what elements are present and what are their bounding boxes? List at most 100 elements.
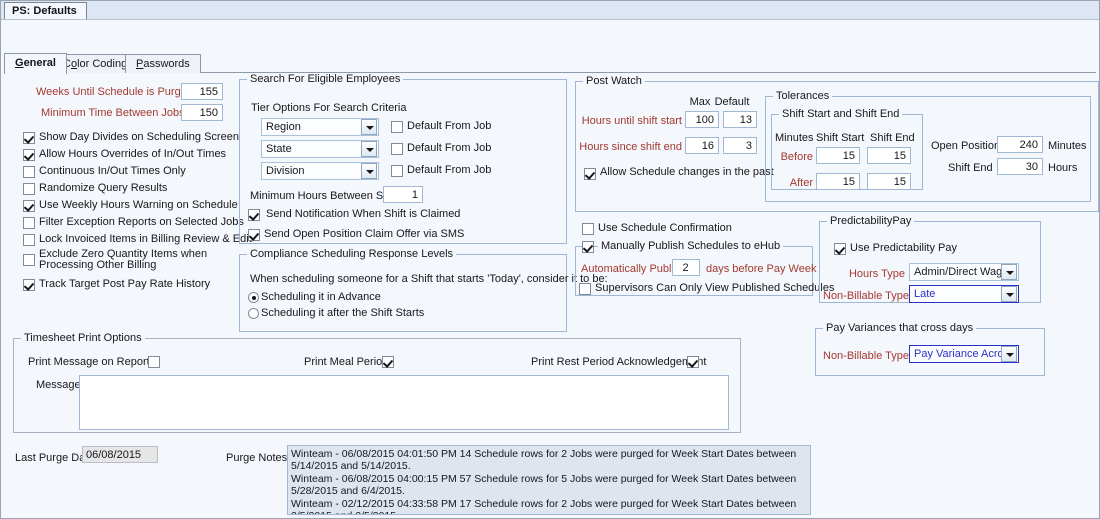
checkbox-manually-publish[interactable] <box>582 241 594 253</box>
chevron-down-icon[interactable] <box>1001 346 1017 362</box>
tolerances-col-shift-end: Shift End <box>870 132 915 144</box>
print-meal-period-label: Print Meal Period <box>304 356 388 368</box>
tier-3-value: Division <box>262 163 361 179</box>
tier-3-default-from-job-checkbox[interactable] <box>391 165 403 177</box>
label-scheduling-after-shift-starts: Scheduling it after the Shift Starts <box>261 307 424 319</box>
tolerances-col-shift-start: Shift Start <box>816 132 864 144</box>
last-purge-date-input <box>82 446 158 463</box>
print-rest-period-label: Print Rest Period Acknowledgement <box>531 356 706 368</box>
weeks-until-purged-input[interactable] <box>181 83 223 100</box>
label-filter-exception-reports: Filter Exception Reports on Selected Job… <box>39 216 244 228</box>
chevron-down-icon[interactable] <box>361 163 377 179</box>
label-manually-publish: Manually Publish Schedules to eHub <box>598 240 783 252</box>
tier-1-value: Region <box>262 119 361 135</box>
checkbox-supervisors-view-published[interactable] <box>579 283 591 295</box>
min-time-between-jobs-input[interactable] <box>181 104 223 121</box>
tier-1-default-from-job-label: Default From Job <box>407 120 491 132</box>
ps-defaults-window: PS: Defaults General Color Coding Passwo… <box>0 0 1100 519</box>
tolerance-shift-end-input[interactable] <box>997 158 1043 175</box>
pay-variance-non-billable-value: Pay Variance Across D <box>910 346 1001 362</box>
tab-passwords[interactable]: Passwords <box>125 54 201 73</box>
tolerances-col-minutes: Minutes <box>775 132 814 144</box>
hours-until-shift-start-max-input[interactable] <box>685 111 719 128</box>
open-position-unit: Minutes <box>1048 140 1087 152</box>
chevron-down-icon[interactable] <box>1001 286 1017 302</box>
checkbox-lock-invoiced-items[interactable] <box>23 234 35 246</box>
checkbox-send-notification[interactable] <box>248 209 260 221</box>
hours-since-shift-end-max-input[interactable] <box>685 137 719 154</box>
tier-1-default-from-job-checkbox[interactable] <box>391 121 403 133</box>
label-randomize-query: Randomize Query Results <box>39 182 167 194</box>
hours-since-shift-end-default-input[interactable] <box>723 137 757 154</box>
hours-until-shift-start-default-input[interactable] <box>723 111 757 128</box>
message-textarea[interactable] <box>79 375 729 430</box>
purge-note-line: Winteam - 06/08/2015 04:00:15 PM 57 Sche… <box>291 473 807 498</box>
label-weekly-hours-warning: Use Weekly Hours Warning on Schedule <box>39 199 238 211</box>
tolerance-after-shift-start-input[interactable] <box>816 173 860 190</box>
label-allow-hours-overrides: Allow Hours Overrides of In/Out Times <box>39 148 226 160</box>
message-label: Message <box>36 379 81 391</box>
checkbox-continuous-inout[interactable] <box>23 166 35 178</box>
tier-1-combo[interactable]: Region <box>261 118 379 136</box>
group-shift-start-end-caption: Shift Start and Shift End <box>779 108 902 120</box>
tolerance-before-shift-end-input[interactable] <box>867 147 911 164</box>
chevron-down-icon[interactable] <box>361 141 377 157</box>
purge-note-line: Winteam - 06/08/2015 04:01:50 PM 14 Sche… <box>291 448 807 473</box>
min-hours-between-shifts-input[interactable] <box>383 186 423 203</box>
tier-2-default-from-job-label: Default From Job <box>407 142 491 154</box>
label-track-target-post-pay: Track Target Post Pay Rate History <box>39 278 210 290</box>
label-use-predictability-pay: Use Predictability Pay <box>850 242 957 254</box>
auto-publish-days-input[interactable] <box>672 259 700 276</box>
checkbox-use-schedule-confirmation[interactable] <box>582 223 594 235</box>
chevron-down-icon[interactable] <box>361 119 377 135</box>
min-hours-between-shifts-label: Minimum Hours Between Shifts <box>250 190 403 202</box>
purge-notes-label: Purge Notes <box>226 452 287 464</box>
tolerances-before-label: Before <box>773 151 813 163</box>
checkbox-allow-hours-overrides[interactable] <box>23 149 35 161</box>
tier-2-default-from-job-checkbox[interactable] <box>391 143 403 155</box>
checkbox-track-target-post-pay[interactable] <box>23 279 35 291</box>
auto-publish-label: Automatically Publish <box>581 263 686 275</box>
group-search-eligible-caption: Search For Eligible Employees <box>247 73 403 85</box>
pay-variance-non-billable-combo[interactable]: Pay Variance Across D <box>909 345 1019 363</box>
chevron-down-icon[interactable] <box>1001 264 1017 280</box>
checkbox-print-meal-period[interactable] <box>382 356 394 368</box>
tier-2-combo[interactable]: State <box>261 140 379 158</box>
tolerance-shift-end-unit: Hours <box>1048 162 1077 174</box>
radio-scheduling-in-advance[interactable] <box>248 292 259 303</box>
group-compliance-caption: Compliance Scheduling Response Levels <box>247 248 456 260</box>
tab-strip: General Color Coding Passwords <box>4 53 1096 73</box>
checkbox-filter-exception-reports[interactable] <box>23 217 35 229</box>
label-scheduling-in-advance: Scheduling it in Advance <box>261 291 381 303</box>
min-time-between-jobs-label: Minimum Time Between Jobs <box>41 107 176 119</box>
label-send-notification: Send Notification When Shift is Claimed <box>266 208 460 220</box>
label-use-schedule-confirmation: Use Schedule Confirmation <box>598 222 732 234</box>
checkbox-print-message-on-report[interactable] <box>148 356 160 368</box>
checkbox-use-predictability-pay[interactable] <box>834 243 846 255</box>
tab-general-label: eneral <box>24 57 56 69</box>
open-position-input[interactable] <box>997 136 1043 153</box>
predictability-non-billable-label: Non-Billable Type <box>823 290 905 302</box>
tier-3-combo[interactable]: Division <box>261 162 379 180</box>
tolerance-after-shift-end-input[interactable] <box>867 173 911 190</box>
checkbox-randomize-query[interactable] <box>23 183 35 195</box>
predictability-hours-type-value: Admin/Direct Wages <box>910 264 1001 280</box>
checkbox-show-day-divides[interactable] <box>23 132 35 144</box>
predictability-non-billable-combo[interactable]: Late <box>909 285 1019 303</box>
predictability-non-billable-value: Late <box>910 286 1001 302</box>
checkbox-weekly-hours-warning[interactable] <box>23 200 35 212</box>
label-send-sms-offer: Send Open Position Claim Offer via SMS <box>264 228 464 240</box>
checkbox-print-rest-period[interactable] <box>687 356 699 368</box>
purge-notes-box[interactable]: Winteam - 06/08/2015 04:01:50 PM 14 Sche… <box>287 445 811 515</box>
checkbox-allow-schedule-changes-past[interactable] <box>584 168 596 180</box>
checkbox-exclude-zero-quantity[interactable] <box>23 254 35 266</box>
predictability-hours-type-combo[interactable]: Admin/Direct Wages <box>909 263 1019 281</box>
tolerance-before-shift-start-input[interactable] <box>816 147 860 164</box>
tab-general-accel: G <box>15 57 24 69</box>
radio-scheduling-after-shift-starts[interactable] <box>248 308 259 319</box>
checkbox-send-sms-offer[interactable] <box>248 229 260 241</box>
label-show-day-divides: Show Day Divides on Scheduling Screen <box>39 131 239 143</box>
tab-general[interactable]: General <box>4 53 67 74</box>
window-title-tab[interactable]: PS: Defaults <box>4 2 87 19</box>
group-post-watch-caption: Post Watch <box>583 75 645 87</box>
